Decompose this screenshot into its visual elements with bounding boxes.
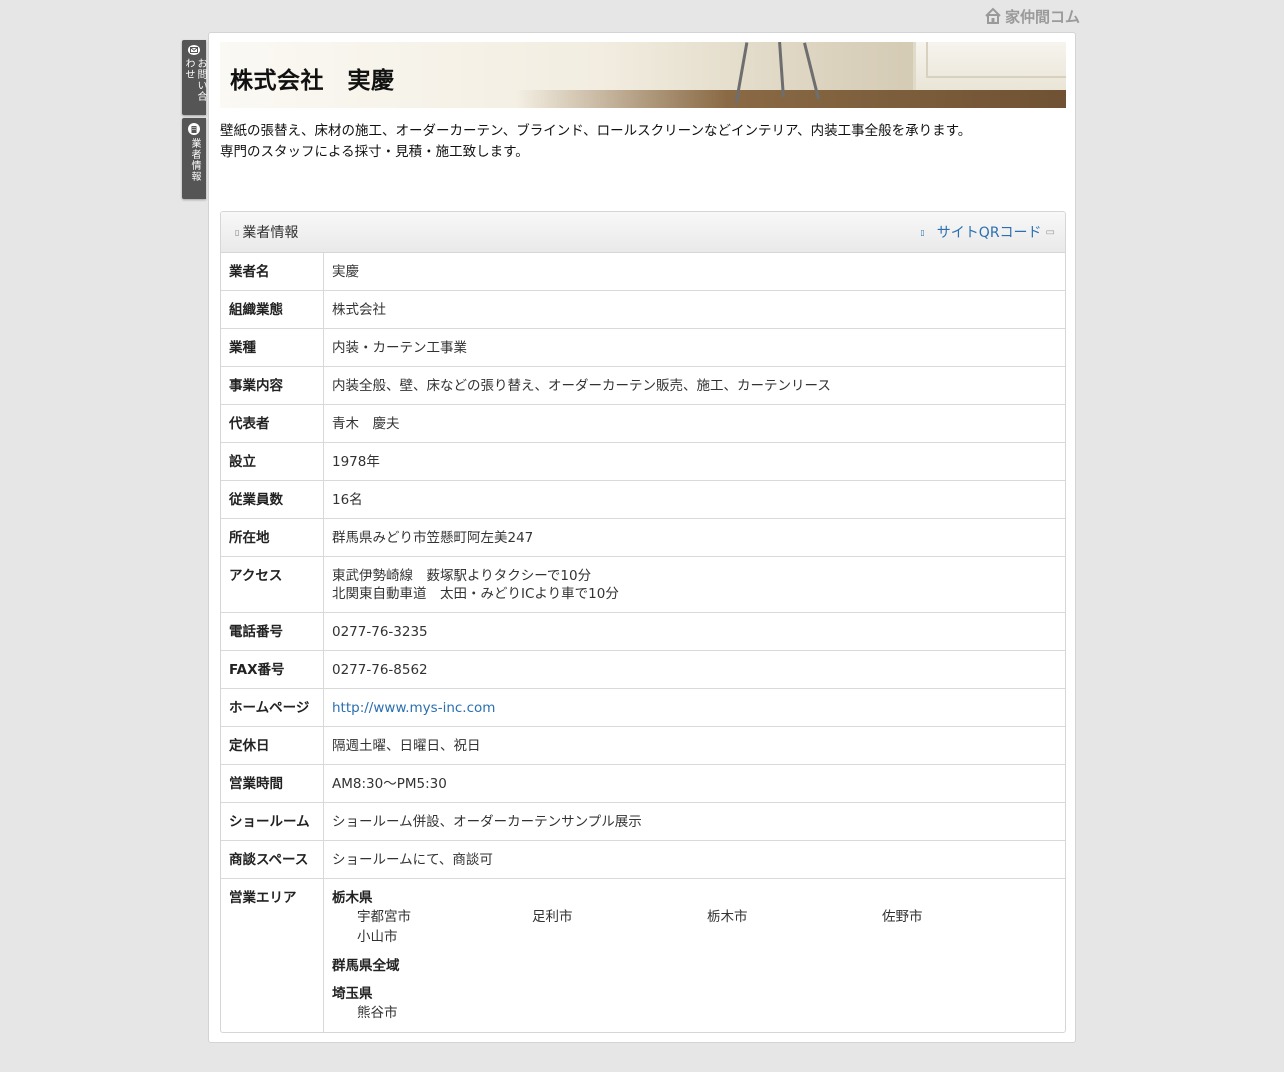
qr-link-label: サイトQRコード [936,225,1042,241]
city-item: 足利市 [532,909,573,925]
city-item: 佐野市 [882,909,923,925]
table-row: 代表者 青木 慶夫 [221,404,1065,443]
city-list: 熊谷市 [332,1003,1057,1023]
table-row: 事業内容 内装全般、壁、床などの張り替え、オーダーカーテン販売、施工、カーテンリ… [221,366,1065,405]
row-label: 営業エリア [221,878,324,1032]
intro-line-1: 壁紙の張替え、床材の施工、オーダーカーテン、ブラインド、ロールスクリーンなどイン… [220,123,972,139]
row-value: 栃木県 宇都宮市 足利市 栃木市 佐野市 小山市 群馬県全域 埼玉県 熊谷市 [324,879,1066,1033]
row-value: 0277-76-8562 [332,662,428,678]
row-value: 0277-76-3235 [332,624,428,640]
city-item: 熊谷市 [357,1005,398,1021]
area-block: 埼玉県 熊谷市 [332,985,1057,1023]
row-value: 実慶 [332,264,359,280]
header-banner: 株式会社 実慶 [220,42,1066,108]
contact-tab-label: お問い合わせ [183,57,206,102]
row-label: ホームページ [221,688,324,727]
company-info-table: 業者名 実慶 組織業態 株式会社 業種 内装・カーテン工事業 事業内容 内装全般… [221,253,1065,1032]
row-label: アクセス [221,556,324,613]
row-label: 組織業態 [221,290,324,329]
house-icon [985,7,1001,24]
table-row: ホームページ http://www.mys-inc.com [221,688,1066,727]
table-row: 業種 内装・カーテン工事業 [221,328,1065,367]
chair-leg [778,42,785,98]
table-row: 営業時間 AM8:30〜PM5:30 [221,764,1065,803]
row-label: ショールーム [221,802,324,841]
panel-title-wrap: ▯ 業者情報 [235,222,298,242]
site-brand-logo[interactable]: 家仲間コム [984,5,1080,27]
intro-line-2: 専門のスタッフによる採寸・見積・施工致します。 [220,144,529,160]
banner-wall-decoration [913,42,1066,92]
homepage-link[interactable]: http://www.mys-inc.com [332,700,495,716]
row-value: ショールームにて、商談可 [332,852,493,868]
table-row: 組織業態 株式会社 [221,290,1065,329]
row-label: 業者名 [221,253,324,291]
row-value: 内装全般、壁、床などの張り替え、オーダーカーテン販売、施工、カーテンリース [332,378,831,394]
row-label: FAX番号 [221,650,324,689]
access-line-1: 東武伊勢崎線 薮塚駅よりタクシーで10分 [332,568,592,584]
prefecture-name: 栃木県 [332,890,373,906]
row-label: 定休日 [221,726,324,765]
row-label: 業種 [221,328,324,367]
row-value: 隔週土曜、日曜日、祝日 [332,738,481,754]
panel-header: ▯ 業者情報 ▯ サイトQRコード ▭ [221,212,1065,253]
row-value: 16名 [332,492,363,508]
table-row: 設立 1978年 [221,442,1065,481]
table-row: 商談スペース ショールームにて、商談可 [221,840,1065,879]
page-container: 株式会社 実慶 壁紙の張替え、床材の施工、オーダーカーテン、ブラインド、ロールス… [208,32,1076,1043]
list-icon: ▯ [235,227,240,237]
company-info-tab[interactable]: 業者情報 [182,118,206,199]
mail-icon [188,45,200,55]
city-list: 宇都宮市 足利市 栃木市 佐野市 小山市 [332,907,1057,947]
panel-title: 業者情報 [242,225,299,241]
row-value: 青木 慶夫 [332,416,400,432]
table-row: 業者名 実慶 [221,253,1065,291]
row-value: http://www.mys-inc.com [324,689,1066,727]
table-row: FAX番号 0277-76-8562 [221,650,1065,689]
row-value: ショールーム併設、オーダーカーテンサンプル展示 [332,814,642,830]
row-label: 代表者 [221,404,324,443]
side-tabs: お問い合わせ 業者情報 [182,40,206,202]
row-value: 東武伊勢崎線 薮塚駅よりタクシーで10分 北関東自動車道 太田・みどりICより車… [324,557,1066,613]
row-label: 事業内容 [221,366,324,405]
site-qr-code-link[interactable]: ▯ サイトQRコード ▭ [920,222,1055,242]
prefecture-name: 埼玉県 [332,986,373,1002]
company-title: 株式会社 実慶 [230,68,395,94]
table-row: 従業員数 16名 [221,480,1065,519]
qr-icon: ▯ [920,227,925,237]
company-info-panel: ▯ 業者情報 ▯ サイトQRコード ▭ 業者名 実慶 組織業態 株式会社 業種 … [220,211,1066,1033]
row-value: 1978年 [332,454,380,470]
row-label: 営業時間 [221,764,324,803]
prefecture-name: 群馬県全域 [332,958,400,974]
building-icon [188,123,200,135]
company-info-tab-label: 業者情報 [189,138,200,182]
row-value: 内装・カーテン工事業 [332,340,467,356]
table-row: 電話番号 0277-76-3235 [221,612,1065,651]
city-item: 宇都宮市 [357,909,411,925]
row-label: 従業員数 [221,480,324,519]
row-value: AM8:30〜PM5:30 [332,776,447,792]
table-row: 営業エリア 栃木県 宇都宮市 足利市 栃木市 佐野市 小山市 群馬県全域 埼玉県… [221,878,1066,1033]
area-block: 栃木県 宇都宮市 足利市 栃木市 佐野市 小山市 [332,889,1057,947]
row-label: 所在地 [221,518,324,557]
table-row: 所在地 群馬県みどり市笠懸町阿左美247 [221,518,1065,557]
city-item: 栃木市 [707,909,748,925]
table-row: ショールーム ショールーム併設、オーダーカーテンサンプル展示 [221,802,1065,841]
row-label: 商談スペース [221,840,324,879]
brand-name: 家仲間コム [1005,7,1081,26]
row-value: 株式会社 [332,302,386,318]
table-row: 定休日 隔週土曜、日曜日、祝日 [221,726,1065,765]
row-label: 設立 [221,442,324,481]
row-label: 電話番号 [221,612,324,651]
city-item: 小山市 [357,929,398,945]
contact-tab[interactable]: お問い合わせ [182,40,206,115]
area-block: 群馬県全域 [332,957,1057,975]
row-value: 群馬県みどり市笠懸町阿左美247 [332,530,534,546]
collapse-icon: ▭ [1045,226,1055,238]
intro-text: 壁紙の張替え、床材の施工、オーダーカーテン、ブラインド、ロールスクリーンなどイン… [220,121,971,163]
table-row: アクセス 東武伊勢崎線 薮塚駅よりタクシーで10分 北関東自動車道 太田・みどり… [221,556,1066,613]
access-line-2: 北関東自動車道 太田・みどりICより車で10分 [332,586,619,602]
